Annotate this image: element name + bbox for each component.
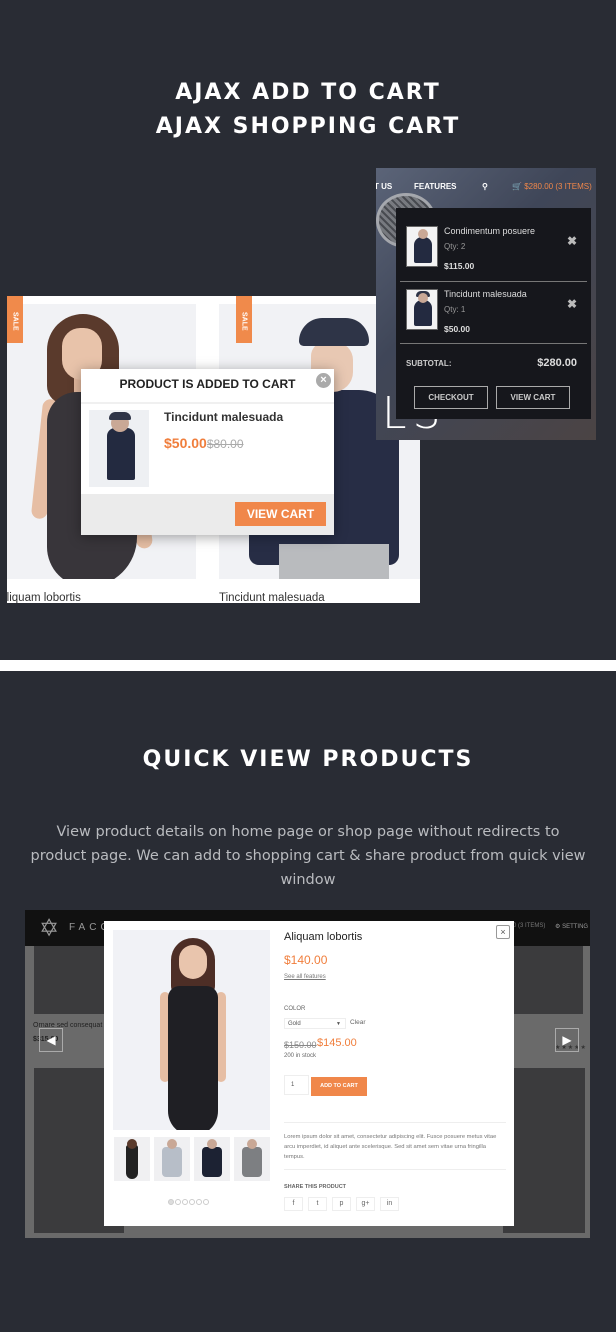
logo-icon[interactable]: ✡ — [35, 916, 63, 942]
mini-cart-dropdown: Condimentum posuere Qty: 2 $115.00 ✖ Tin… — [396, 208, 591, 419]
bg-product-image — [503, 1068, 585, 1233]
see-all-features-link[interactable]: See all features — [284, 974, 326, 980]
bg-product-image — [503, 946, 583, 1014]
divider — [81, 402, 334, 404]
cart-item-name[interactable]: Condimentum posuere — [444, 226, 535, 236]
section-description: View product details on home page or sho… — [30, 824, 586, 888]
product-name[interactable]: Aliquam lobortis — [7, 592, 81, 603]
product-name[interactable]: Tincidunt malesuada — [219, 592, 325, 603]
site-nav: T US FEATURES ⚲ 🛒 $280.00 (3 ITEMS) — [376, 182, 596, 196]
product-thumbnail — [89, 410, 149, 487]
view-cart-button[interactable]: VIEW CART — [235, 502, 326, 526]
cart-item-qty: Qty: 2 — [444, 242, 466, 251]
arrow-left-icon[interactable]: ◀ — [39, 1028, 63, 1052]
section-title-quick-view: QUICK VIEW PRODUCTS — [142, 747, 474, 772]
subtotal-value: $280.00 — [537, 357, 577, 369]
added-to-cart-popup: PRODUCT IS ADDED TO CART × Tincidunt mal… — [81, 369, 334, 535]
gallery-thumb[interactable] — [114, 1137, 150, 1181]
popup-title: PRODUCT IS ADDED TO CART — [119, 377, 296, 391]
divider — [284, 1169, 506, 1170]
product-description: Lorem ipsum dolor sit amet, consectetur … — [284, 1134, 497, 1160]
pinterest-icon[interactable]: p — [332, 1197, 351, 1211]
pagination-dot[interactable] — [189, 1199, 195, 1205]
gallery-thumb[interactable] — [194, 1137, 230, 1181]
cart-item-qty: Qty: 1 — [444, 305, 466, 314]
section-divider — [0, 660, 616, 671]
pagination-dot[interactable] — [182, 1199, 188, 1205]
product-price: $140.00 — [284, 953, 328, 967]
cart-item: Condimentum posuere Qty: 2 $115.00 ✖ — [396, 218, 591, 280]
sale-badge: SALE — [7, 296, 23, 343]
old-price: $150.00 — [284, 1040, 317, 1050]
clear-link[interactable]: Clear — [350, 1019, 366, 1026]
color-label: COLOR — [284, 1006, 306, 1012]
quick-view-modal: × Aliquam lobortis $140.00 See all featu… — [104, 921, 514, 1226]
arrow-right-icon[interactable]: ▶ — [555, 1028, 579, 1052]
sale-price: $50.00 — [164, 435, 207, 451]
page: AJAX ADD TO CART AJAX SHOPPING CART SALE… — [0, 0, 616, 1332]
twitter-icon[interactable]: t — [308, 1197, 327, 1211]
cart-icon: 🛒 — [512, 182, 522, 191]
search-icon[interactable]: ⚲ — [482, 182, 488, 191]
product-title: Aliquam lobortis — [284, 931, 363, 943]
checkout-button[interactable]: CHECKOUT — [414, 386, 488, 409]
cart-item-name[interactable]: Tincidunt malesuada — [444, 289, 527, 299]
google-plus-icon[interactable]: g+ — [356, 1197, 375, 1211]
view-cart-button[interactable]: VIEW CART — [496, 386, 570, 409]
product-price: $50.00$80.00 — [164, 435, 244, 451]
gallery-pagination — [168, 1192, 210, 1205]
pagination-dot[interactable] — [168, 1199, 174, 1205]
cart-summary[interactable]: 🛒 $280.00 (3 ITEMS) — [512, 182, 592, 191]
title-line-1: AJAX ADD TO CART — [175, 80, 441, 105]
close-icon[interactable]: ✖ — [567, 234, 577, 248]
close-icon[interactable]: × — [496, 925, 510, 939]
divider — [400, 343, 587, 344]
gallery-thumb[interactable] — [154, 1137, 190, 1181]
section-title-ajax: AJAX ADD TO CART AJAX SHOPPING CART — [0, 76, 616, 144]
cart-summary[interactable]: 0 (3 ITEMS) — [513, 923, 545, 929]
pagination-dot[interactable] — [203, 1199, 209, 1205]
share-label: SHARE THIS PRODUCT — [284, 1184, 347, 1190]
facebook-icon[interactable]: f — [284, 1197, 303, 1211]
divider — [284, 1122, 506, 1123]
nav-item-features[interactable]: FEATURES — [414, 182, 457, 191]
setting-link[interactable]: ⚙ SETTING — [555, 923, 588, 930]
chevron-down-icon: ▼ — [336, 1021, 341, 1027]
cart-item-thumbnail[interactable] — [406, 226, 438, 267]
pagination-dot[interactable] — [196, 1199, 202, 1205]
close-icon[interactable]: ✖ — [567, 297, 577, 311]
old-price: $80.00 — [206, 437, 244, 451]
product-name: Tincidunt malesuada — [164, 410, 284, 424]
product-main-image[interactable] — [113, 930, 270, 1130]
stock-status: 200 in stock — [284, 1053, 317, 1059]
add-to-cart-button[interactable]: ADD TO CART — [311, 1077, 367, 1096]
gallery-thumb[interactable] — [234, 1137, 270, 1181]
gallery-thumbnails — [114, 1137, 274, 1181]
quantity-input[interactable]: 1 — [284, 1075, 309, 1095]
cart-item: Tincidunt malesuada Qty: 1 $50.00 ✖ — [396, 281, 591, 343]
pagination-dot[interactable] — [175, 1199, 181, 1205]
nav-item-about[interactable]: T US — [376, 182, 392, 191]
subtotal-label: SUBTOTAL: — [406, 359, 452, 368]
sale-badge: SALE — [236, 296, 252, 343]
title-line-2: AJAX SHOPPING CART — [155, 114, 461, 139]
cart-item-price: $50.00 — [444, 324, 470, 334]
bg-product-image — [34, 946, 114, 1014]
color-select[interactable]: Gold ▼ — [284, 1018, 346, 1029]
close-circle-icon[interactable]: × — [316, 373, 331, 388]
linkedin-icon[interactable]: in — [380, 1197, 399, 1211]
variation-price: $145.00 — [317, 1037, 357, 1049]
popup-footer: VIEW CART — [81, 494, 334, 535]
cart-item-thumbnail[interactable] — [406, 289, 438, 330]
cart-item-price: $115.00 — [444, 261, 475, 271]
gear-icon: ⚙ — [555, 924, 561, 930]
